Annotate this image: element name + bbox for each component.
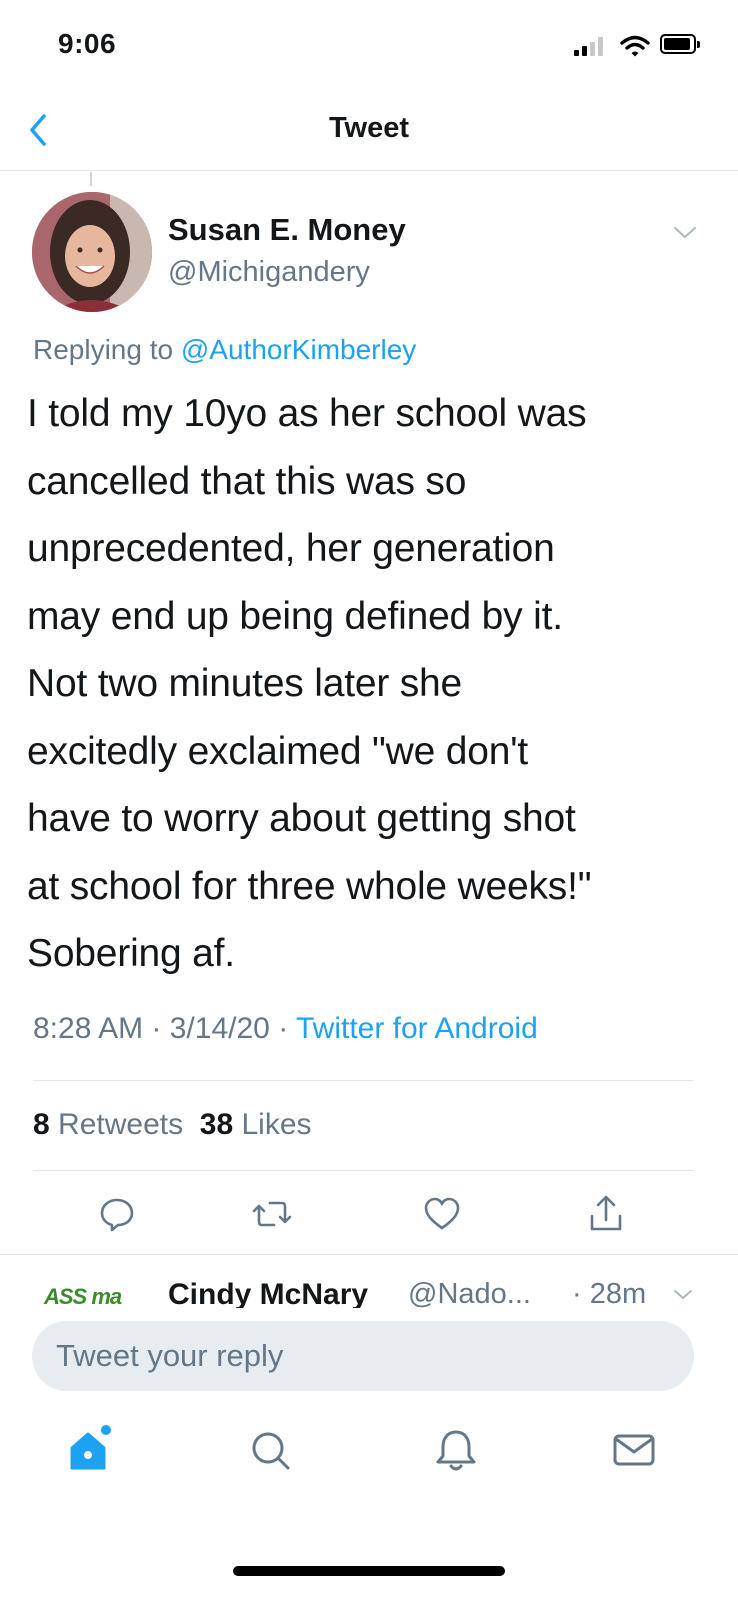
notifications-icon[interactable] (428, 1422, 484, 1478)
like-icon[interactable] (420, 1192, 464, 1236)
reply-icon[interactable] (95, 1192, 139, 1236)
likes-stat[interactable]: 38 Likes (200, 1108, 312, 1141)
chevron-down-icon[interactable] (672, 1288, 694, 1302)
replying-to-line: Replying to @AuthorKimberley (33, 334, 416, 366)
chevron-down-icon[interactable] (670, 222, 700, 244)
header-divider (0, 170, 738, 171)
tweet-meta: 8:28 AM · 3/14/20 · Twitter for Android (33, 1012, 538, 1046)
cellular-signal-icon (574, 37, 610, 56)
page-title: Tweet (328, 112, 410, 144)
share-icon[interactable] (584, 1192, 628, 1236)
avatar[interactable] (32, 192, 152, 312)
tweet-text: I told my 10yo as her school was cancell… (27, 392, 592, 975)
wifi-icon (620, 35, 650, 57)
tweet-date: 3/14/20 (169, 1012, 270, 1045)
author-name[interactable]: Susan E. Money (168, 212, 406, 248)
likes-label: Likes (241, 1108, 312, 1141)
retweets-label: Retweets (58, 1108, 184, 1141)
status-time: 9:06 (58, 28, 117, 59)
tweet-time: 8:28 AM (33, 1012, 144, 1045)
meta-separator: · (278, 1012, 296, 1045)
reply-author-name: Cindy McNary (168, 1278, 369, 1308)
reply-preview[interactable]: ASS ma Cindy McNary @Nado... · 28m (0, 1262, 738, 1308)
reply-avatar-logo: ASS ma (44, 1284, 122, 1308)
thread-line (90, 172, 92, 186)
retweet-icon[interactable] (250, 1192, 294, 1236)
replying-to-mention[interactable]: @AuthorKimberley (181, 334, 416, 365)
meta-divider (33, 1080, 693, 1081)
replying-to-label: Replying to (33, 334, 181, 365)
messages-icon[interactable] (606, 1422, 662, 1478)
stats-divider (33, 1170, 693, 1171)
reply-author-handle: @Nado... (408, 1278, 531, 1308)
tweet-source[interactable]: Twitter for Android (296, 1012, 538, 1045)
reply-input[interactable] (32, 1321, 694, 1391)
actions-divider (0, 1254, 738, 1255)
reply-time: · 28m (572, 1278, 647, 1308)
author-handle[interactable]: @Michigandery (168, 256, 370, 289)
home-icon[interactable] (62, 1422, 118, 1478)
tweet-stats: 8 Retweets 38 Likes (33, 1108, 312, 1142)
retweets-stat[interactable]: 8 Retweets (33, 1108, 183, 1141)
retweets-count: 8 (33, 1108, 50, 1141)
search-icon[interactable] (244, 1422, 300, 1478)
battery-icon (660, 34, 700, 54)
likes-count: 38 (199, 1108, 234, 1141)
home-indicator (233, 1566, 505, 1576)
meta-separator: · (151, 1012, 170, 1045)
